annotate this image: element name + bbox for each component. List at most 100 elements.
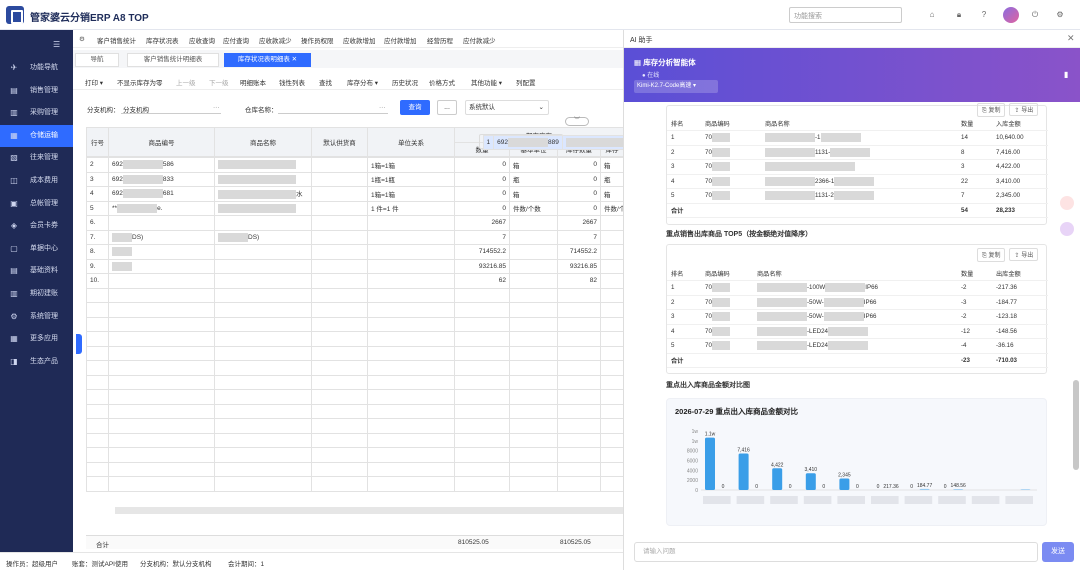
- copy-button[interactable]: ⎘ 复制: [977, 248, 1006, 262]
- query-button[interactable]: 查询: [400, 100, 430, 115]
- sidebar-item[interactable]: ▧ 往来管理: [0, 147, 73, 169]
- more-button[interactable]: ...: [437, 100, 457, 115]
- model-select[interactable]: Kimi-K2.7-Code高速 ▾: [634, 80, 718, 93]
- sidebar-item[interactable]: ▦ 更多应用: [0, 328, 73, 350]
- detail-ledger-button[interactable]: 明细账本: [240, 77, 266, 87]
- sidebar-item[interactable]: ▤ 销售管理: [0, 80, 73, 102]
- panel-scrollbar[interactable]: [1073, 380, 1079, 470]
- document-icon: ▢: [10, 243, 18, 253]
- menu-item[interactable]: 应付款增加: [384, 35, 417, 45]
- find-button[interactable]: 查找: [319, 77, 332, 87]
- sidebar-item[interactable]: ◨ 生态产品: [0, 351, 73, 373]
- warehouse-field[interactable]: [278, 113, 388, 114]
- sidebar-item[interactable]: ▣ 总帐管理: [0, 193, 73, 215]
- menu-item[interactable]: 应收款增加: [343, 35, 376, 45]
- up-level-button[interactable]: 上一级: [176, 77, 196, 87]
- branch-more-icon[interactable]: ···: [213, 104, 220, 111]
- power-icon[interactable]: ⏻: [1029, 9, 1041, 21]
- hide-zero-stock-button[interactable]: 不显示库存为零: [117, 77, 163, 87]
- sidebar-item[interactable]: ⚙ 系统管理: [0, 306, 73, 328]
- table-row[interactable]: 8. 714552.2 714552.2: [86, 244, 624, 260]
- history-button[interactable]: 历史状况: [392, 77, 418, 87]
- table-cell: 22: [957, 174, 992, 189]
- close-icon[interactable]: ✕: [1067, 33, 1075, 44]
- print-button[interactable]: 打印 ▾: [85, 77, 103, 87]
- stock-distribution-button[interactable]: 库存分布 ▾: [347, 77, 378, 87]
- sidebar-item[interactable]: ▤ 基础资料: [0, 260, 73, 282]
- list-button[interactable]: 钱性列表: [279, 77, 305, 87]
- tab-customer-sales[interactable]: 客户销售统计明细表: [127, 53, 219, 67]
- table-row[interactable]: 4 692 681 水 1箱=1箱 0 箱 0 箱: [86, 186, 624, 202]
- sidebar-item[interactable]: ◫ 成本费用: [0, 170, 73, 192]
- gear-icon[interactable]: ⚙: [79, 35, 85, 43]
- settings-icon[interactable]: ⚙: [1054, 9, 1066, 21]
- table-row[interactable]: 7. DS) DS) 7 7: [86, 229, 624, 245]
- doc-float-icon[interactable]: [1060, 196, 1074, 210]
- trash-icon[interactable]: ▮: [1064, 70, 1068, 79]
- sidebar-item[interactable]: ▢ 单据中心: [0, 238, 73, 260]
- menu-item[interactable]: 客户销售统计: [97, 35, 136, 45]
- table-cell: 7: [957, 188, 992, 204]
- col-header[interactable]: 单位关系: [367, 127, 455, 157]
- export-button[interactable]: ⇪ 导出: [1009, 248, 1039, 261]
- menu-item[interactable]: 应收款减少: [259, 35, 292, 45]
- menu-item[interactable]: 经营历程: [427, 35, 453, 45]
- home-icon[interactable]: ⌂: [926, 9, 938, 21]
- code-prefix: 70: [705, 284, 712, 292]
- menu-item[interactable]: 应付查询: [223, 35, 249, 45]
- col-header[interactable]: 商品编号: [108, 127, 215, 157]
- menu-item[interactable]: 应收查询: [189, 35, 215, 45]
- menu-item[interactable]: 操作员权限: [301, 35, 334, 45]
- code-prefix: 692: [112, 161, 123, 169]
- col-header: 出库金额: [992, 266, 1048, 281]
- table-row[interactable]: 6. 2667 2667: [86, 215, 624, 231]
- col-header[interactable]: 行号: [86, 127, 109, 157]
- horizontal-scrollbar[interactable]: [115, 507, 623, 514]
- menu-item[interactable]: 应付款减少: [463, 35, 496, 45]
- collapse-filter-toggle[interactable]: ︾: [565, 117, 589, 126]
- other-functions-button[interactable]: 其他功能 ▾: [471, 77, 502, 87]
- send-button[interactable]: 发送: [1042, 542, 1074, 562]
- close-icon[interactable]: ✕: [292, 56, 297, 63]
- copy-button[interactable]: ⎘ 复制: [977, 103, 1006, 117]
- table-row[interactable]: 1692889水1箱=1箱0箱0箱: [478, 133, 741, 150]
- table-row[interactable]: 5 ** e. 1 件=1 件 0 件数/个数 0 件数/个: [86, 200, 624, 216]
- scheme-select[interactable]: 系统默认 ⌄: [465, 100, 549, 115]
- sidebar-item[interactable]: ✈ 功能导航: [0, 57, 73, 79]
- down-level-button[interactable]: 下一级: [209, 77, 229, 87]
- menu-item[interactable]: 库存状况表: [146, 35, 179, 45]
- question-input[interactable]: 请输入问题: [634, 542, 1038, 562]
- table-row[interactable]: 9. 93216.85 93216.85: [86, 258, 624, 274]
- lock-icon[interactable]: 🔒︎: [953, 9, 965, 21]
- sidebar-item[interactable]: ▦ 仓储运输: [0, 124, 73, 147]
- name-fragment: -LED24: [807, 342, 828, 350]
- menu-collapse-icon[interactable]: ☰: [53, 40, 60, 49]
- sidebar-item[interactable]: ▥ 采购管理: [0, 102, 73, 124]
- tab-stock-status[interactable]: 库存状况表明细表 ✕: [224, 53, 311, 67]
- warehouse-more-icon[interactable]: ···: [379, 104, 386, 111]
- side-expand-handle[interactable]: [76, 334, 82, 354]
- col-header[interactable]: 商品名称: [214, 127, 312, 157]
- sidebar-item[interactable]: ▥ 期初建账: [0, 283, 73, 305]
- empty-cell: [557, 360, 601, 376]
- col-header[interactable]: 默认供货商: [311, 127, 368, 157]
- table-cell: 70: [701, 174, 761, 189]
- table-row[interactable]: 10. 62 82: [86, 273, 624, 289]
- y-tick-label: 8000: [687, 449, 698, 455]
- assistant-float-icon[interactable]: [1060, 222, 1074, 236]
- column-config-button[interactable]: 列配置: [516, 77, 536, 87]
- tab-navigation[interactable]: 导航: [75, 53, 119, 67]
- function-search-input[interactable]: 功能搜索: [789, 7, 902, 23]
- avatar[interactable]: [1003, 7, 1019, 23]
- table-cell: [600, 244, 624, 260]
- table-row[interactable]: 2 692 586 1箱=1箱 0 箱 0 箱: [86, 157, 624, 173]
- sidebar-item[interactable]: ◈ 会员卡券: [0, 215, 73, 237]
- table-row[interactable]: 3 692 833 1瓶=1瓶 0 瓶 0 瓶: [86, 171, 624, 187]
- empty-cell: [454, 302, 510, 318]
- redacted-block: [765, 176, 815, 186]
- export-button[interactable]: ⇪ 导出: [1009, 103, 1039, 116]
- x-tick-redacted: [938, 496, 966, 504]
- redacted-block: [765, 147, 815, 157]
- help-icon[interactable]: ?: [978, 9, 990, 21]
- price-mode-button[interactable]: 价格方式: [429, 77, 455, 87]
